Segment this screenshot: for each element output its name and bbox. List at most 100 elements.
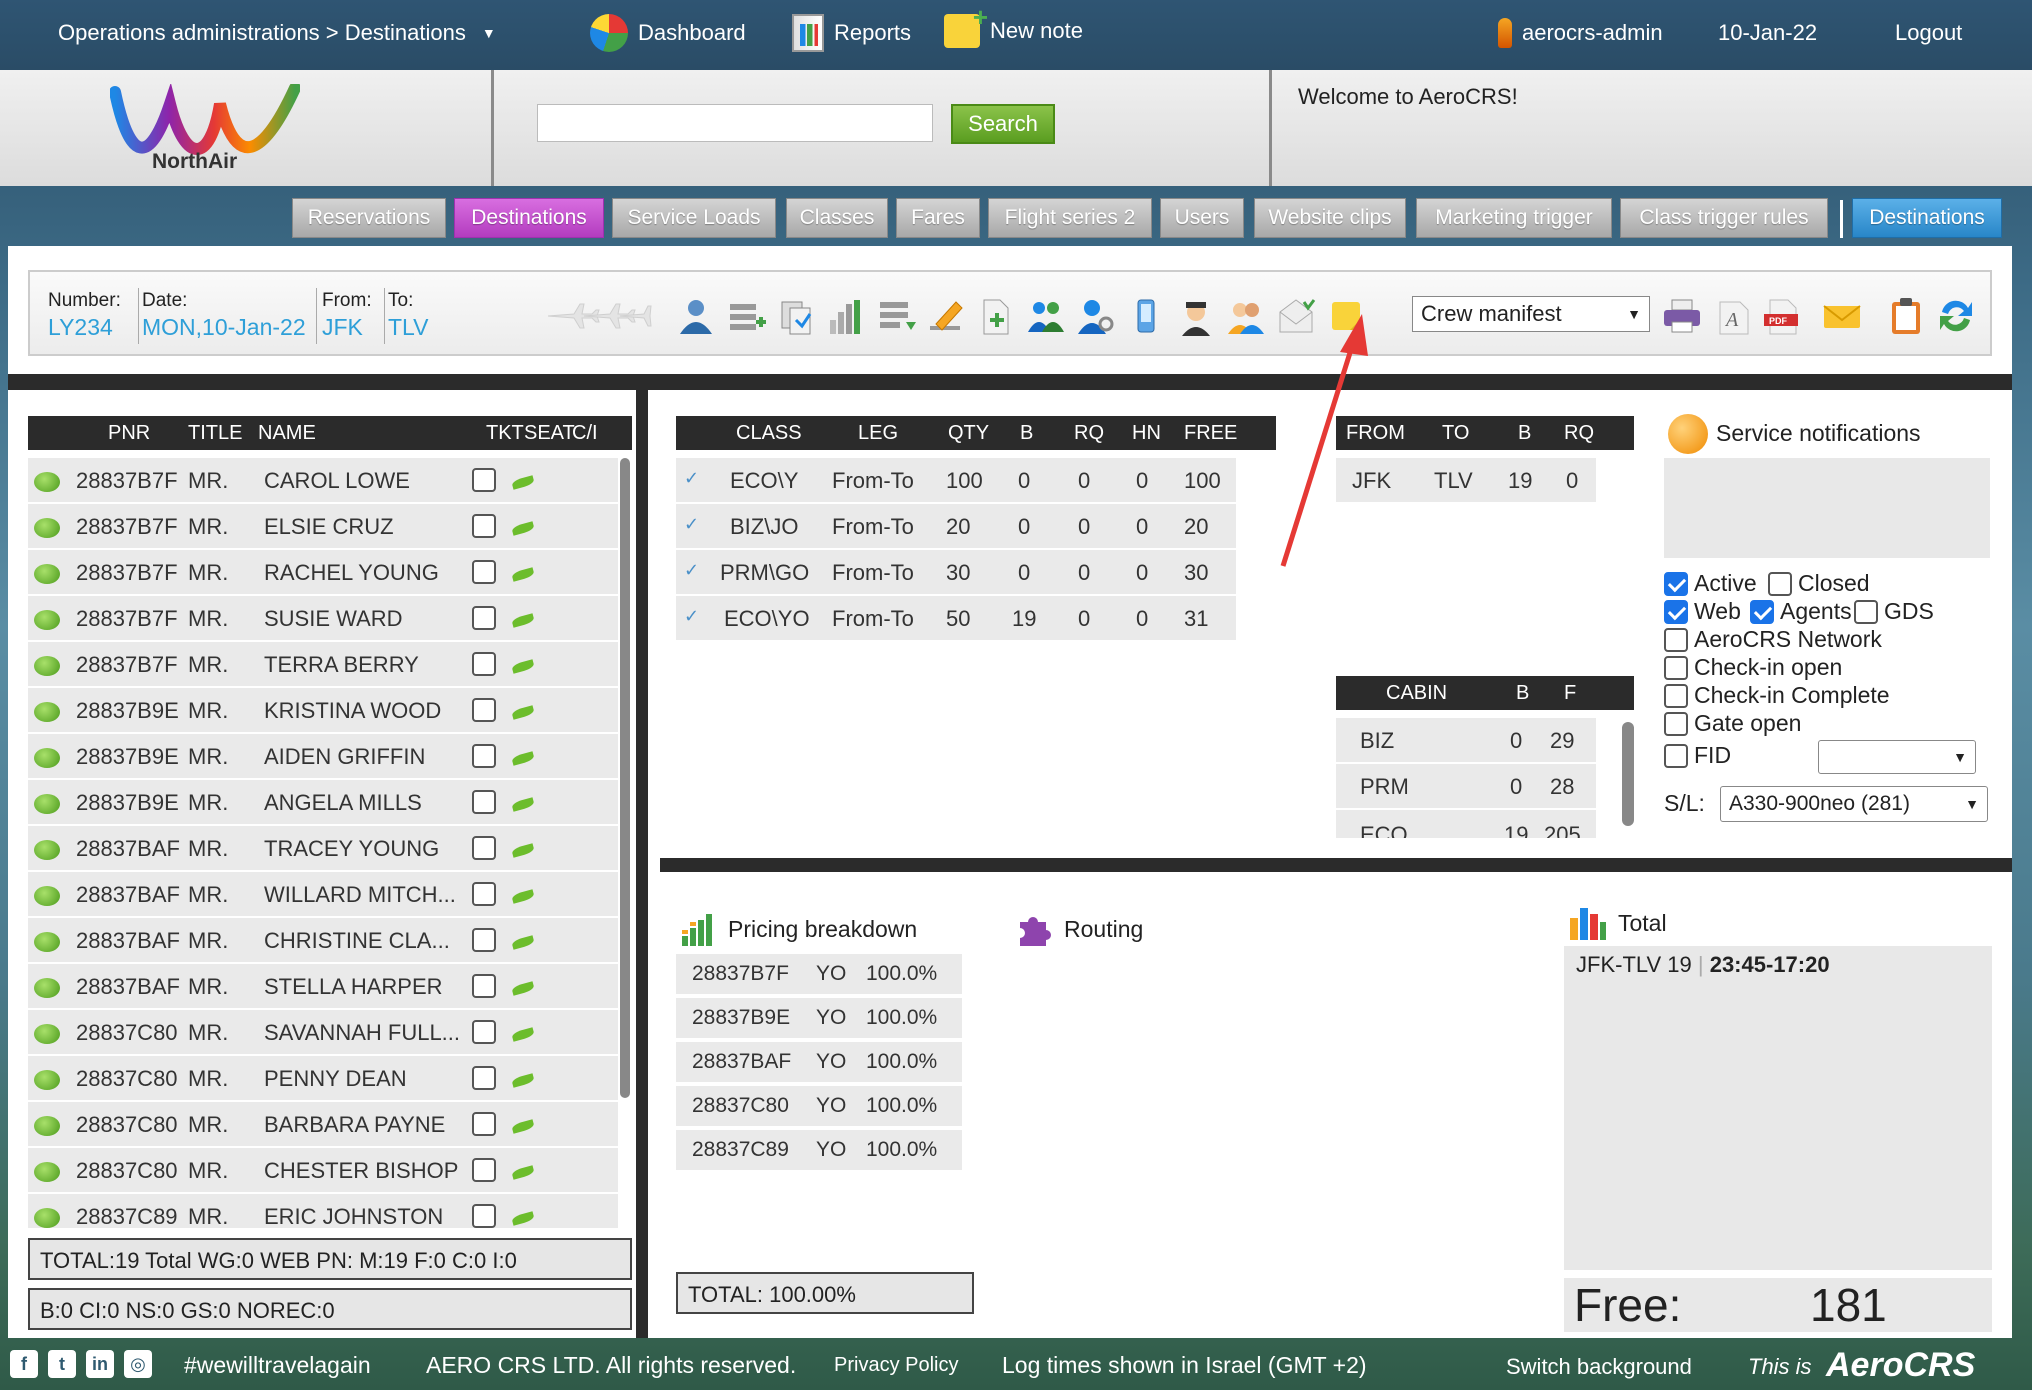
- web-option[interactable]: Web: [1664, 598, 1741, 625]
- email-icon[interactable]: [1822, 296, 1862, 336]
- col-from[interactable]: FROM: [1346, 422, 1405, 445]
- col-leg[interactable]: LEG: [858, 422, 898, 445]
- tab-website-clips[interactable]: Website clips: [1254, 198, 1406, 238]
- col-to[interactable]: TO: [1442, 422, 1469, 445]
- tab-destinations[interactable]: Destinations: [454, 198, 604, 238]
- ticket-checkbox[interactable]: [472, 560, 496, 584]
- group-icon[interactable]: [1026, 296, 1066, 336]
- ticket-checkbox[interactable]: [472, 514, 496, 538]
- col-class[interactable]: CLASS: [736, 422, 802, 445]
- scrollbar[interactable]: [1622, 722, 1634, 826]
- search-button[interactable]: Search: [951, 104, 1055, 144]
- reports-link[interactable]: Reports: [792, 14, 911, 52]
- table-row[interactable]: 28837B7F MR. SUSIE WARD: [28, 596, 618, 642]
- ticket-checkbox[interactable]: [472, 1112, 496, 1136]
- table-row[interactable]: ECO 19 205: [1336, 810, 1596, 838]
- col-hn[interactable]: HN: [1132, 422, 1161, 445]
- table-row[interactable]: PRM 0 28: [1336, 764, 1596, 808]
- network-checkbox[interactable]: [1664, 627, 1688, 652]
- pilot-icon[interactable]: [1176, 296, 1216, 336]
- tab-destinations-current[interactable]: Destinations: [1852, 198, 2002, 238]
- checkin-complete-checkbox[interactable]: [1664, 683, 1688, 708]
- col-name[interactable]: NAME: [258, 422, 316, 445]
- table-row[interactable]: 28837BAF MR. CHRISTINE CLA...: [28, 918, 618, 964]
- table-row[interactable]: 28837B7F YO 100.0%: [676, 954, 962, 994]
- table-row[interactable]: BIZ 0 29: [1336, 718, 1596, 762]
- bar-chart-icon[interactable]: [826, 296, 866, 336]
- user-menu[interactable]: aerocrs-admin: [1498, 18, 1663, 48]
- col-qty[interactable]: QTY: [948, 422, 989, 445]
- closed-option[interactable]: Closed: [1768, 570, 1870, 597]
- twitter-icon[interactable]: t: [48, 1350, 76, 1378]
- crew-icon[interactable]: [1226, 296, 1266, 336]
- user-search-icon[interactable]: [1076, 296, 1116, 336]
- ticket-checkbox[interactable]: [472, 1020, 496, 1044]
- privacy-policy-link[interactable]: Privacy Policy: [834, 1354, 958, 1377]
- passenger-icon[interactable]: [676, 296, 716, 336]
- ticket-checkbox[interactable]: [472, 698, 496, 722]
- table-row[interactable]: 28837C80 MR. BARBARA PAYNE: [28, 1102, 618, 1148]
- tab-class-trigger-rules[interactable]: Class trigger rules: [1620, 198, 1828, 238]
- add-list-icon[interactable]: [726, 296, 766, 336]
- mobile-icon[interactable]: [1126, 296, 1166, 336]
- gate-open-option[interactable]: Gate open: [1664, 710, 1801, 737]
- table-row[interactable]: 28837BAF YO 100.0%: [676, 1042, 962, 1082]
- facebook-icon[interactable]: f: [10, 1350, 38, 1378]
- table-row[interactable]: 28837C80 MR. CHESTER BISHOP: [28, 1148, 618, 1194]
- table-row[interactable]: 28837C89 YO 100.0%: [676, 1130, 962, 1170]
- envelope-open-icon[interactable]: [1276, 296, 1316, 336]
- ticket-checkbox[interactable]: [472, 468, 496, 492]
- dashboard-link[interactable]: Dashboard: [590, 14, 746, 52]
- ticket-checkbox[interactable]: [472, 836, 496, 860]
- pdf-icon[interactable]: PDF: [1762, 296, 1802, 336]
- font-icon[interactable]: A: [1712, 296, 1752, 336]
- table-row[interactable]: 28837C80 MR. SAVANNAH FULL...: [28, 1010, 618, 1056]
- col-title[interactable]: TITLE: [188, 422, 242, 445]
- edit-pencil-icon[interactable]: [926, 296, 966, 336]
- col-rq[interactable]: RQ: [1564, 422, 1594, 445]
- col-ci[interactable]: C/I: [572, 422, 598, 445]
- list-down-icon[interactable]: [876, 296, 916, 336]
- fid-select[interactable]: ▼: [1818, 740, 1976, 774]
- switch-background-link[interactable]: Switch background: [1506, 1354, 1692, 1380]
- table-row[interactable]: 28837B7F MR. ELSIE CRUZ: [28, 504, 618, 550]
- tab-reservations[interactable]: Reservations: [292, 198, 446, 238]
- ticket-checkbox[interactable]: [472, 1158, 496, 1182]
- tab-flight-series-2[interactable]: Flight series 2: [988, 198, 1152, 238]
- breadcrumb-menu[interactable]: Operations administrations > Destination…: [58, 20, 496, 46]
- table-row[interactable]: 28837C80 YO 100.0%: [676, 1086, 962, 1126]
- col-pnr[interactable]: PNR: [108, 422, 150, 445]
- checkin-complete-option[interactable]: Check-in Complete: [1664, 682, 1890, 709]
- logout-link[interactable]: Logout: [1895, 20, 1962, 46]
- table-row[interactable]: ✓ ECO\YO From-To 50 19 0 0 31: [676, 596, 1236, 640]
- ticket-checkbox[interactable]: [472, 652, 496, 676]
- ticket-checkbox[interactable]: [472, 928, 496, 952]
- ticket-checkbox[interactable]: [472, 1066, 496, 1090]
- linkedin-icon[interactable]: in: [86, 1350, 114, 1378]
- table-row[interactable]: 28837B7F MR. TERRA BERRY: [28, 642, 618, 688]
- ticket-checkbox[interactable]: [472, 744, 496, 768]
- col-cabin[interactable]: CABIN: [1386, 682, 1447, 705]
- tab-classes[interactable]: Classes: [786, 198, 888, 238]
- closed-checkbox[interactable]: [1768, 571, 1792, 596]
- table-row[interactable]: 28837C89 MR. ERIC JOHNSTON: [28, 1194, 618, 1228]
- table-row[interactable]: 28837B9E MR. ANGELA MILLS: [28, 780, 618, 826]
- col-b[interactable]: B: [1020, 422, 1033, 445]
- checkin-open-option[interactable]: Check-in open: [1664, 654, 1842, 681]
- col-free[interactable]: FREE: [1184, 422, 1237, 445]
- table-row[interactable]: 28837BAF MR. WILLARD MITCH...: [28, 872, 618, 918]
- table-row[interactable]: ✓ ECO\Y From-To 100 0 0 0 100: [676, 458, 1236, 502]
- table-row[interactable]: 28837BAF MR. STELLA HARPER: [28, 964, 618, 1010]
- add-document-icon[interactable]: [976, 296, 1016, 336]
- gate-open-checkbox[interactable]: [1664, 711, 1688, 736]
- checkin-open-checkbox[interactable]: [1664, 655, 1688, 680]
- table-row[interactable]: 28837B7F MR. RACHEL YOUNG: [28, 550, 618, 596]
- search-input[interactable]: [537, 104, 933, 142]
- printer-icon[interactable]: [1662, 296, 1702, 336]
- sticky-note-icon[interactable]: [1326, 296, 1366, 336]
- clipboard-icon[interactable]: [1886, 296, 1926, 336]
- report-select[interactable]: Crew manifest ▼: [1412, 296, 1650, 332]
- table-row[interactable]: JFK TLV 19 0: [1336, 458, 1596, 502]
- planes-icon[interactable]: [544, 296, 654, 336]
- fid-option[interactable]: FID: [1664, 742, 1731, 769]
